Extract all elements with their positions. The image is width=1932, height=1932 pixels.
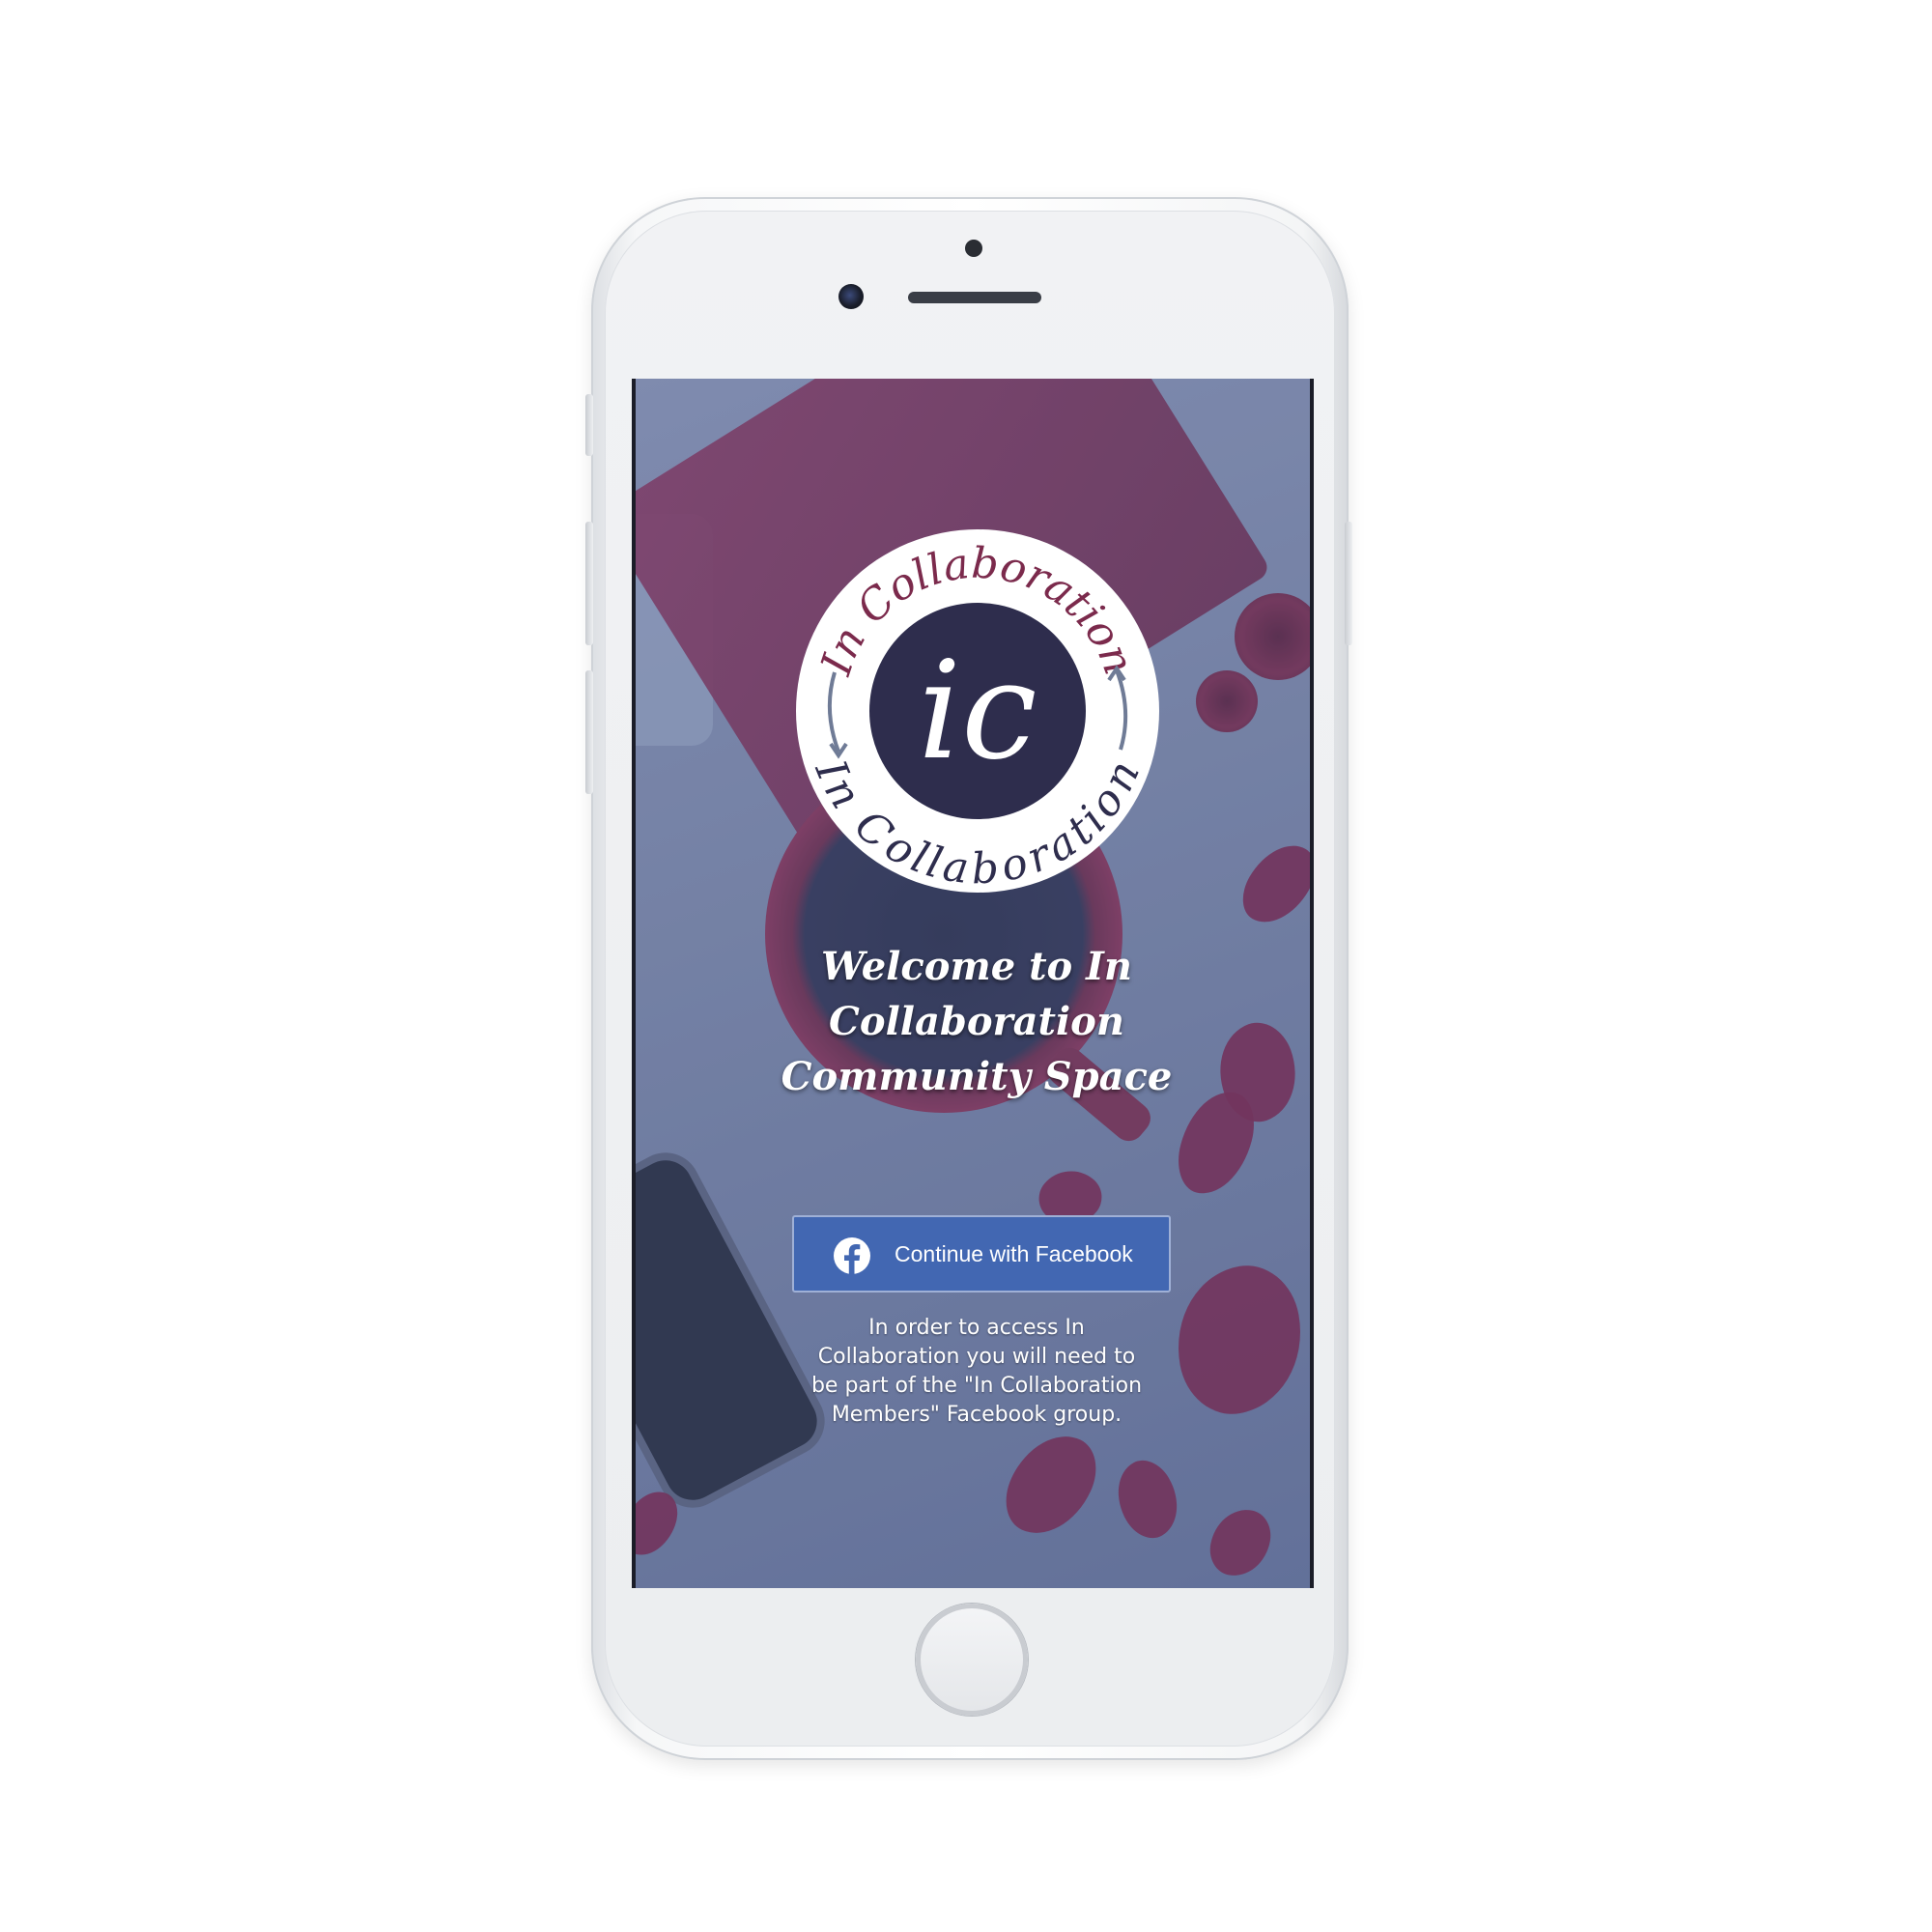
home-button[interactable] bbox=[916, 1604, 1028, 1716]
mute-switch bbox=[585, 394, 593, 456]
continue-with-facebook-button[interactable]: Continue with Facebook bbox=[792, 1215, 1171, 1293]
facebook-button-label: Continue with Facebook bbox=[895, 1241, 1133, 1266]
earpiece-speaker bbox=[908, 292, 1041, 303]
access-info-text: In order to access In Collaboration you … bbox=[810, 1316, 1143, 1427]
app-screen: In Collaboration In Collaboration ic Wel… bbox=[632, 379, 1314, 1588]
facebook-icon bbox=[834, 1237, 870, 1275]
welcome-title: Welcome to In Collaboration Community Sp… bbox=[781, 944, 1173, 1099]
power-button bbox=[1345, 522, 1352, 645]
volume-down-button bbox=[585, 670, 593, 794]
volume-up-button bbox=[585, 522, 593, 645]
in-collaboration-logo: In Collaboration In Collaboration ic bbox=[796, 529, 1159, 894]
proximity-sensor bbox=[965, 240, 982, 257]
front-camera bbox=[838, 284, 864, 309]
logo-monogram: ic bbox=[918, 633, 1037, 790]
stage: In Collaboration In Collaboration ic Wel… bbox=[0, 0, 1932, 1932]
